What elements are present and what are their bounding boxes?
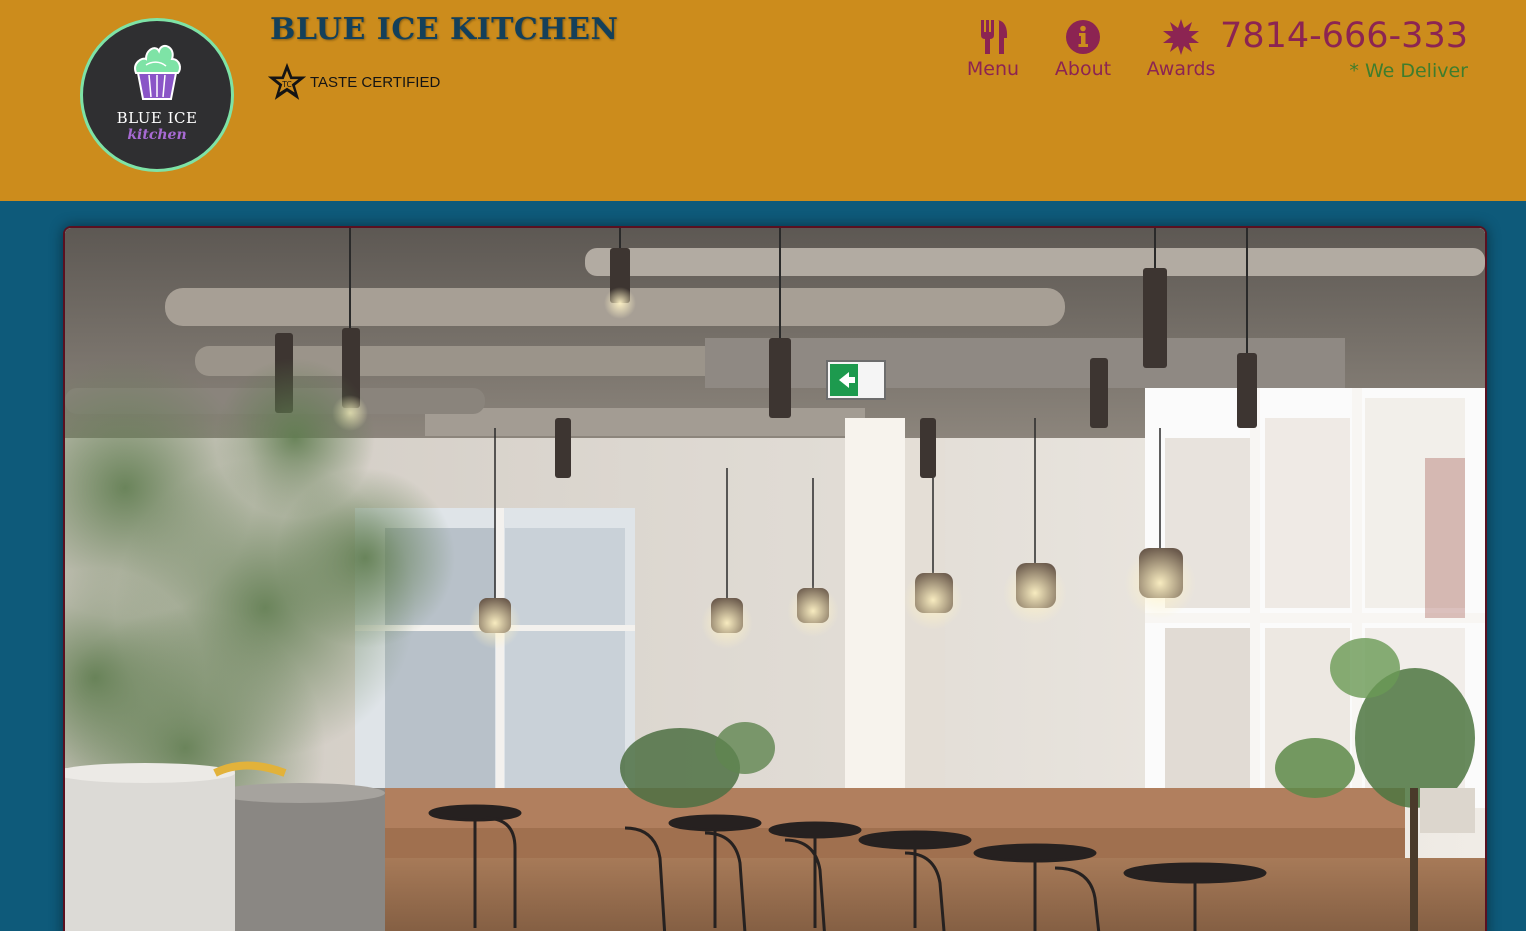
nav-awards[interactable]: Awards (1144, 18, 1218, 80)
nav-menu-label: Menu (966, 58, 1020, 80)
site-header: BLUE ICE kitchen BLUE ICE KITCHEN TC TAS… (0, 0, 1526, 201)
fork-knife-icon (981, 20, 1008, 54)
logo-text-secondary: kitchen (127, 127, 187, 143)
certification-label: TASTE CERTIFIED (310, 73, 441, 91)
site-title: BLUE ICE KITCHEN (270, 12, 619, 47)
hero-image (63, 226, 1487, 931)
nav-awards-label: Awards (1146, 58, 1216, 80)
info-circle-icon (1066, 20, 1100, 54)
star-badge-icon: TC (268, 63, 306, 100)
logo-text-primary: BLUE ICE (116, 109, 198, 127)
nav-about[interactable]: About (1052, 18, 1114, 80)
restaurant-interior-photo (65, 228, 1485, 931)
delivery-note: * We Deliver (1349, 60, 1468, 82)
cupcake-icon (134, 44, 181, 100)
logo[interactable]: BLUE ICE kitchen (80, 18, 234, 172)
nav-about-label: About (1054, 58, 1112, 80)
svg-text:TC: TC (281, 80, 292, 89)
certification-badge: TC TASTE CERTIFIED (268, 62, 440, 102)
phone-number[interactable]: 7814-666-333 (1220, 16, 1468, 56)
starburst-icon (1163, 19, 1199, 55)
nav-menu[interactable]: Menu (963, 18, 1023, 80)
